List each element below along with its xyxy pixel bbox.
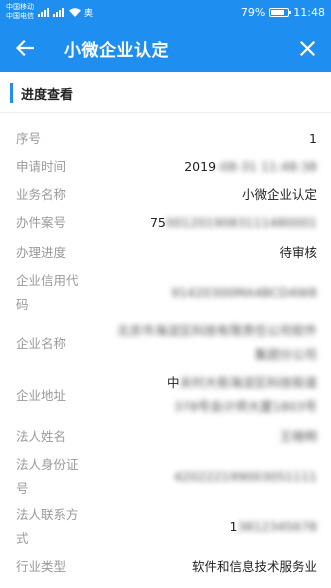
field-value: 420222199003051111	[173, 469, 317, 484]
field-label: 序号	[16, 131, 42, 146]
field-value: 待审核	[279, 245, 317, 260]
field-value-line2: 378号会计师大厦1803号	[173, 399, 317, 414]
field-label: 企业信用代	[16, 273, 79, 288]
field-label: 法人身份证	[16, 457, 79, 472]
battery-icon	[269, 7, 292, 17]
field-label: 业务名称	[16, 187, 67, 202]
field-value: 750012019083111480001	[149, 215, 317, 230]
signal-icon-2	[53, 7, 64, 17]
field-value-line2: 集团分公司	[254, 347, 317, 362]
field-value: 王晓明	[279, 429, 317, 444]
field-label: 办理进度	[16, 245, 67, 260]
field-label: 行业类型	[16, 559, 67, 574]
carrier-1: 中国移动	[6, 3, 34, 11]
title-bar: 小微企业认定	[0, 24, 331, 72]
page-title: 小微企业认定	[64, 40, 169, 61]
back-button[interactable]	[0, 24, 50, 72]
field-label: 企业地址	[16, 388, 67, 403]
field-value: 小微企业认定	[241, 187, 317, 202]
field-value: 91420300MA4BCD4W8	[171, 285, 317, 300]
section-header: 进度查看	[0, 76, 331, 110]
signal-icon	[38, 7, 49, 17]
field-label: 法人姓名	[16, 429, 67, 444]
field-value: 13812345678	[229, 519, 317, 534]
divider	[0, 112, 331, 113]
field-value: 软件和信息技术服务业	[191, 559, 317, 574]
field-value: 中关村大街海淀区科技街道	[166, 375, 317, 390]
field-value: 2019-08-31 11:48:38	[184, 159, 317, 174]
field-label: 申请时间	[16, 159, 67, 174]
field-value: 北京市海淀区科技有限责任公司软件	[116, 323, 317, 338]
section-title: 进度查看	[21, 87, 74, 103]
close-button[interactable]	[283, 24, 331, 72]
section-accent-bar	[10, 83, 13, 103]
status-extra-glyph: 奥	[84, 8, 94, 19]
close-icon	[299, 40, 315, 56]
field-label: 办件案号	[16, 215, 67, 230]
carrier-2: 中国电信	[6, 12, 34, 20]
field-label-line2: 式	[16, 531, 29, 546]
status-bar: 中国移动 中国电信 奥 79% 11:48	[0, 0, 331, 24]
field-label-line2: 码	[16, 297, 29, 312]
field-value: 1	[309, 131, 317, 146]
wifi-icon	[69, 7, 81, 17]
arrow-left-icon	[16, 40, 34, 56]
field-label-line2: 号	[16, 481, 29, 496]
battery-percent: 79%	[240, 5, 266, 19]
field-label: 法人联系方	[16, 507, 79, 522]
carrier-info: 中国移动 中国电信	[6, 3, 34, 21]
field-label: 企业名称	[16, 336, 67, 351]
clock: 11:48	[293, 5, 325, 19]
